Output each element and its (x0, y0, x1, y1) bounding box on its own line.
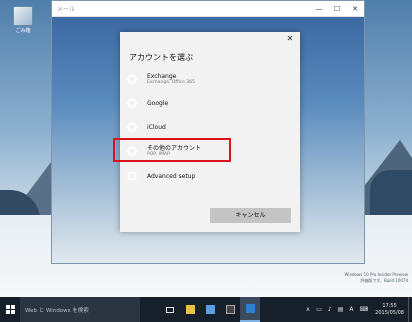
dialog-title: アカウントを選ぶ (129, 53, 193, 62)
system-tray: ∧ ▭ ♪ ▤ A ⌨ 17:55 2015/05/08 (303, 297, 412, 322)
choose-account-dialog: ✕ アカウントを選ぶ Exchange Exchange, Office 365… (120, 32, 300, 232)
clock-time: 17:55 (382, 302, 397, 309)
gear-icon (126, 73, 138, 85)
account-option-icloud[interactable]: iCloud (126, 117, 292, 137)
desktop-icon-recycle-bin[interactable]: ごみ箱 (8, 6, 38, 34)
task-view-button[interactable] (160, 297, 180, 322)
minimize-button[interactable]: — (310, 1, 328, 17)
taskbar-app-store[interactable] (200, 297, 220, 322)
taskbar: Web と Windows を検索 ∧ ▭ ♪ ▤ A ⌨ 17:55 2015… (0, 297, 412, 322)
account-name: iCloud (147, 123, 166, 131)
network-icon[interactable]: ▭ (316, 306, 322, 313)
gear-icon (126, 170, 138, 182)
account-name: Advanced setup (147, 172, 196, 180)
watermark-line-2: 評価版です。Build 10074 (360, 277, 408, 283)
gear-icon (126, 97, 138, 109)
app-title: メール (57, 6, 76, 13)
app-titlebar[interactable]: メール — ☐ ✕ (52, 1, 364, 17)
maximize-button[interactable]: ☐ (328, 1, 346, 17)
keyboard-icon[interactable]: ⌨ (360, 306, 369, 313)
taskbar-app-photos[interactable] (220, 297, 240, 322)
account-option-google[interactable]: Google (126, 93, 292, 113)
account-subtitle: Exchange, Office 365 (147, 79, 196, 85)
show-desktop-button[interactable] (408, 297, 412, 322)
clock-date: 2015/05/08 (375, 309, 404, 316)
recycle-bin-icon (13, 6, 33, 26)
clock[interactable]: 17:55 2015/05/08 (375, 303, 404, 317)
taskbar-search-box[interactable]: Web と Windows を検索 (20, 297, 140, 322)
photos-icon (225, 305, 235, 314)
build-watermark: Windows 10 Pro Insider Preview 評価版です。Bui… (344, 272, 408, 283)
account-name: Google (147, 99, 169, 107)
folder-icon (185, 305, 195, 314)
ime-indicator[interactable]: A (349, 306, 353, 313)
gear-icon (126, 121, 138, 133)
volume-icon[interactable]: ♪ (328, 306, 332, 313)
watermark-line-1: Windows 10 Pro Insider Preview (344, 272, 408, 277)
action-center-icon[interactable]: ▤ (338, 306, 344, 313)
close-window-button[interactable]: ✕ (346, 1, 364, 17)
account-name: Exchange (147, 72, 177, 80)
dialog-close-button[interactable]: ✕ (285, 34, 295, 44)
account-option-exchange[interactable]: Exchange Exchange, Office 365 (126, 69, 292, 89)
start-button[interactable] (0, 297, 20, 322)
mail-icon (245, 304, 255, 313)
cancel-button[interactable]: キャンセル (210, 208, 291, 223)
windows-logo-icon (5, 305, 15, 314)
taskbar-app-explorer[interactable] (180, 297, 200, 322)
account-option-advanced[interactable]: Advanced setup (126, 166, 292, 186)
task-view-icon (166, 306, 174, 313)
chevron-up-icon[interactable]: ∧ (306, 306, 310, 313)
store-icon (205, 305, 215, 314)
desktop-icon-label: ごみ箱 (15, 28, 31, 34)
taskbar-app-mail[interactable] (240, 297, 260, 322)
annotation-highlight-box (113, 138, 231, 162)
